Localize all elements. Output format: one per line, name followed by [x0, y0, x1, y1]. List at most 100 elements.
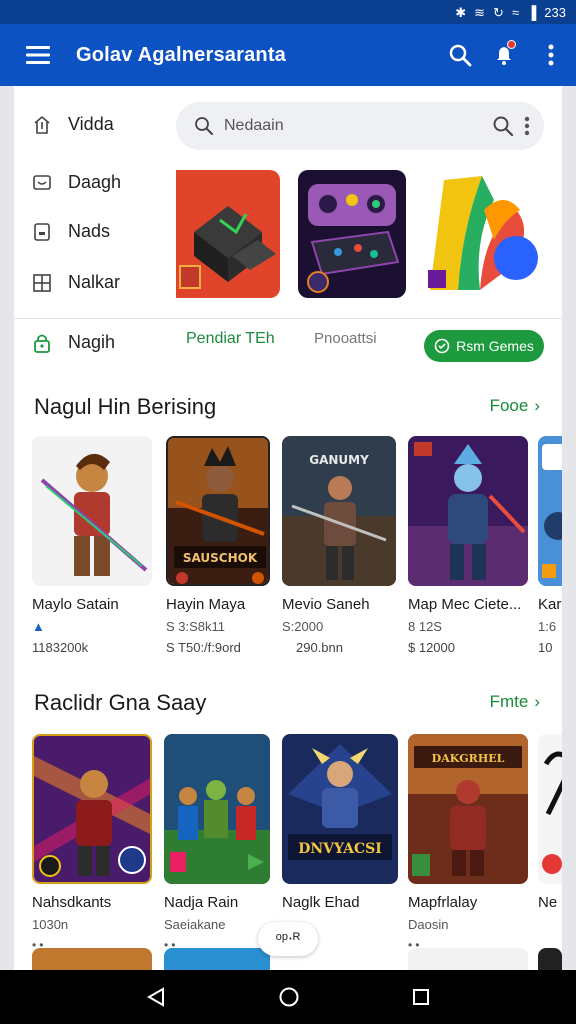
game-cover: DNVYACSI	[282, 734, 398, 884]
featured-tile-console[interactable]	[298, 170, 406, 298]
game-title: Mapfrlalay	[408, 894, 478, 911]
section-more-link[interactable]: Fmte ›	[490, 692, 540, 712]
bluetooth-icon: ✱	[455, 4, 467, 20]
overflow-menu-button[interactable]	[526, 24, 576, 86]
blocks-game-art	[176, 170, 280, 298]
notifications-button[interactable]	[482, 24, 526, 86]
nav-label: Vidda	[68, 114, 114, 134]
game-card[interactable]: Kar 1:6 10	[538, 436, 562, 655]
tab-inactive[interactable]: Pnooattsi	[314, 330, 377, 347]
cover-title: DAKGRHEL	[432, 752, 505, 765]
featured-tile-abstract[interactable]	[424, 170, 548, 298]
hamburger-icon	[26, 46, 50, 64]
floating-action-chip[interactable]: ᵒᵖ⋅ᴿ	[258, 922, 318, 956]
games-button[interactable]: Rsm Gemes	[424, 330, 544, 362]
nav-item-nagih[interactable]: Nagih	[32, 332, 115, 353]
grid-icon	[33, 273, 51, 292]
dark-knight-art: DAKGRHEL	[408, 734, 528, 884]
game-cover-peek	[408, 948, 528, 970]
console-game-art	[298, 170, 406, 298]
game-cover-peek	[538, 948, 562, 970]
game-card[interactable]: SAUSCHOK Hayin Maya S 3:S8k11 S T50:/f:9…	[166, 436, 270, 655]
game-cover	[32, 436, 152, 586]
game-cover	[538, 734, 562, 884]
recents-icon[interactable]	[411, 987, 431, 1007]
cover-title: GANUMY	[309, 453, 369, 467]
nav-item-nads[interactable]: Nads	[32, 221, 110, 242]
nav-item-nalkar[interactable]: Nalkar	[32, 272, 120, 293]
game-card[interactable]: DNVYACSI Naglk Ehad	[282, 734, 398, 917]
search-icon	[449, 44, 472, 67]
game-meta: 8 12S	[408, 619, 442, 634]
menu-button[interactable]	[0, 24, 76, 86]
game-card[interactable]: GANUMY Mevio Saneh S:2000 290.bnn	[282, 436, 396, 655]
games-button-label: Rsm Gemes	[456, 338, 534, 354]
section-title: Raclidr Gna Saay	[34, 690, 207, 715]
game-cover: SAUSCHOK	[166, 436, 270, 586]
status-bar: ✱ ≋ ↻ ≈ ▐ 233	[0, 0, 576, 24]
game-card[interactable]: Nadja Rain Saeiakane ••	[164, 734, 270, 952]
tab-active[interactable]: Pendiar TEh	[186, 330, 275, 348]
game-title: Ne	[538, 894, 558, 911]
game-card[interactable]: Maylo Satain ▲ 1183200k	[32, 436, 152, 655]
signal-icon: ▐	[527, 4, 537, 20]
sync-icon: ↻	[493, 4, 504, 20]
chevron-right-icon: ›	[534, 692, 540, 711]
game-card[interactable]: Map Mec Ciete... 8 12S $ 12000	[408, 436, 528, 655]
game-cover	[164, 734, 270, 884]
more-vert-icon	[548, 44, 554, 66]
game-meta: Saeiakane	[164, 917, 226, 932]
game-cover	[32, 734, 152, 884]
game-downloads: 290.bnn	[296, 640, 343, 655]
device-icon	[34, 222, 50, 241]
nav-item-vidda[interactable]: Vidda	[32, 114, 114, 135]
game-downloads: 1183200k	[32, 640, 89, 655]
nav-label: Nalkar	[68, 272, 121, 292]
game-title: Mevio Saneh	[282, 596, 370, 613]
status-time: 233	[544, 4, 566, 20]
main-content: Vidda Daagh Nads Nalkar Nedaain Nagih Pe…	[14, 86, 562, 970]
game-card[interactable]: Ne	[538, 734, 562, 917]
game-title: Maylo Satain	[32, 596, 119, 613]
game-cover-peek	[32, 948, 152, 970]
home-icon[interactable]	[278, 986, 300, 1008]
game-cover-peek	[164, 948, 270, 970]
search-button[interactable]	[438, 24, 482, 86]
warrior-art	[32, 436, 152, 586]
game-card[interactable]: DAKGRHEL Mapfrlalay Daosin ••	[408, 734, 528, 952]
notification-badge	[507, 40, 516, 49]
featured-tile-blocks[interactable]	[176, 170, 280, 298]
knight-art	[408, 436, 528, 586]
partial-art	[538, 436, 562, 586]
section-more-link[interactable]: Fooe ›	[490, 396, 540, 416]
chat-icon	[33, 174, 51, 190]
more-vert-icon[interactable]	[524, 116, 530, 136]
back-icon[interactable]	[145, 986, 167, 1008]
abstract-app-art	[424, 170, 548, 298]
search-icon	[195, 117, 213, 135]
vibrate-icon: ≋	[474, 4, 486, 20]
game-card[interactable]: Nahsdkants 1030n ••	[32, 734, 152, 952]
game-meta: 1030n	[32, 917, 69, 932]
cover-title: SAUSCHOK	[183, 551, 258, 565]
dynasty-art: DNVYACSI	[282, 734, 398, 884]
app-title: Golav Agalnersaranta	[76, 43, 287, 66]
section-more-label: Fooe	[489, 396, 529, 415]
game-meta: S 3:S8k11	[166, 619, 226, 634]
nav-label: Nagih	[68, 332, 116, 352]
game-title: Hayin Maya	[166, 596, 246, 613]
game-cover: DAKGRHEL	[408, 734, 528, 884]
app-bar: Golav Agalnersaranta	[0, 24, 576, 86]
search-submit-icon[interactable]	[492, 115, 514, 137]
cover-title: DNVYACSI	[298, 841, 382, 857]
game-title: Kar	[538, 596, 562, 613]
gunman-art: GANUMY	[282, 436, 396, 586]
partial-art	[538, 734, 562, 884]
lock-icon	[34, 334, 50, 353]
search-input[interactable]	[224, 117, 482, 135]
team-art	[164, 734, 270, 884]
nav-item-daagh[interactable]: Daagh	[32, 172, 121, 193]
chevron-right-icon: ›	[534, 396, 540, 415]
search-bar[interactable]	[176, 102, 544, 150]
game-title: Nadja Rain	[164, 894, 239, 911]
